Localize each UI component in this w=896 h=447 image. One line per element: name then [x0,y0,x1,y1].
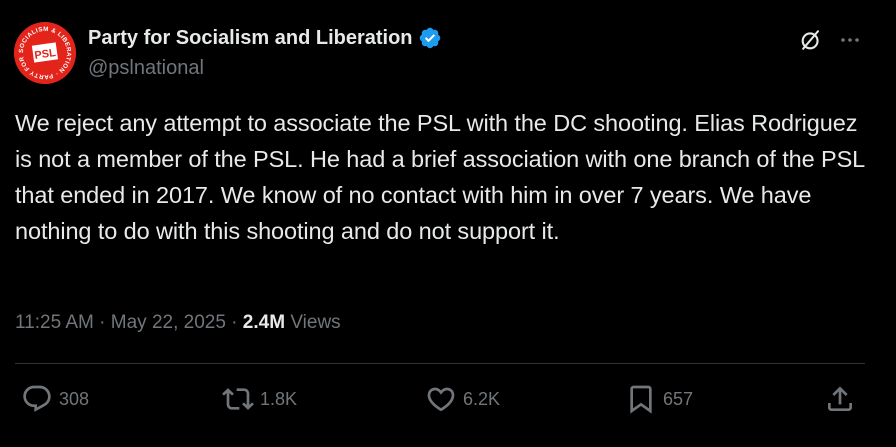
psl-logo-icon: SOCIALISM & LIBERATION · PARTY FOR · PSL [14,22,76,84]
tweet-text: We reject any attempt to associate the P… [15,110,865,244]
views-count[interactable]: 2.4M [243,312,285,333]
reply-icon [23,385,51,412]
grok-icon [801,30,820,50]
bookmark-count: 657 [663,388,694,409]
tweet-time[interactable]: 11:25 AM [15,312,94,333]
bookmark-icon [630,385,652,414]
reply-count: 308 [59,388,90,409]
tweet-date[interactable]: May 22, 2025 [111,312,226,333]
author-display-name[interactable]: Party for Socialism and Liberation [88,27,413,50]
share-icon [828,386,852,411]
avatar[interactable]: SOCIALISM & LIBERATION · PARTY FOR · PSL [14,22,76,84]
heart-icon [427,387,455,412]
bookmark-button[interactable]: 657 [625,383,693,415]
author-handle[interactable]: @pslnational [88,57,204,80]
meta-separator: · [225,312,243,333]
verified-badge-icon[interactable] [418,26,442,50]
views-label: Views [285,312,341,333]
share-button[interactable] [824,383,856,415]
more-options-button[interactable] [834,24,866,56]
reply-button[interactable]: 308 [21,383,89,415]
divider [15,363,865,364]
like-button[interactable]: 6.2K [425,383,500,415]
tweet-card[interactable]: SOCIALISM & LIBERATION · PARTY FOR · PSL… [0,0,896,447]
like-count: 6.2K [463,388,501,409]
grok-button[interactable] [795,24,827,56]
tweet-meta: 11:25 AM · May 22, 2025 · 2.4M Views [15,312,341,334]
more-dots-icon [841,38,859,42]
repost-icon [222,388,254,410]
repost-count: 1.8K [260,388,298,409]
meta-separator: · [93,312,111,333]
repost-button[interactable]: 1.8K [222,383,297,415]
